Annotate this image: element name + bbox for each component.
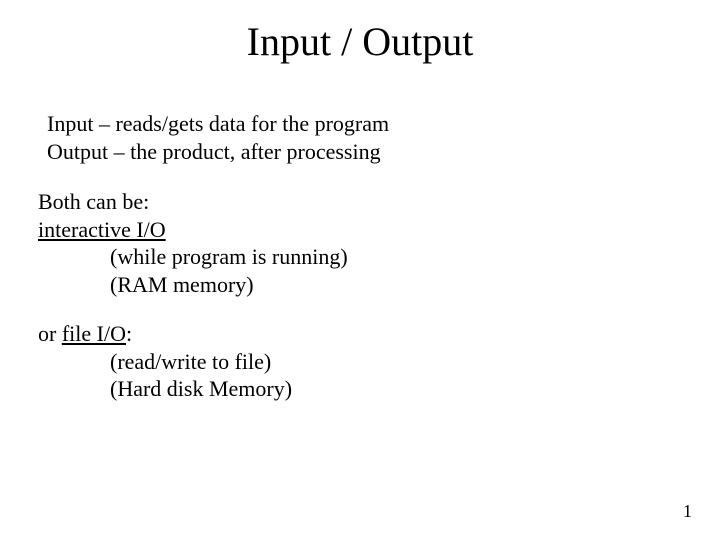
file-io-label: file I/O bbox=[62, 321, 126, 346]
slide: Input / Output Input – reads/gets data f… bbox=[0, 0, 720, 540]
page-number: 1 bbox=[683, 501, 692, 522]
definitions-block: Input – reads/gets data for the program … bbox=[47, 110, 389, 165]
interactive-detail-2: (RAM memory) bbox=[38, 271, 348, 299]
both-can-be-line: Both can be: bbox=[38, 188, 348, 216]
interactive-detail-1: (while program is running) bbox=[38, 243, 348, 271]
file-detail-1: (read/write to file) bbox=[38, 348, 292, 376]
file-io-prefix: or bbox=[38, 321, 62, 346]
file-io-suffix: : bbox=[126, 321, 132, 346]
interactive-io-block: Both can be: interactive I/O (while prog… bbox=[38, 188, 348, 298]
interactive-io-label: interactive I/O bbox=[38, 216, 348, 244]
input-definition: Input – reads/gets data for the program bbox=[47, 110, 389, 138]
slide-title: Input / Output bbox=[0, 18, 720, 65]
output-definition: Output – the product, after processing bbox=[47, 138, 389, 166]
file-detail-2: (Hard disk Memory) bbox=[38, 375, 292, 403]
file-io-block: or file I/O: (read/write to file) (Hard … bbox=[38, 320, 292, 403]
file-io-line: or file I/O: bbox=[38, 320, 292, 348]
